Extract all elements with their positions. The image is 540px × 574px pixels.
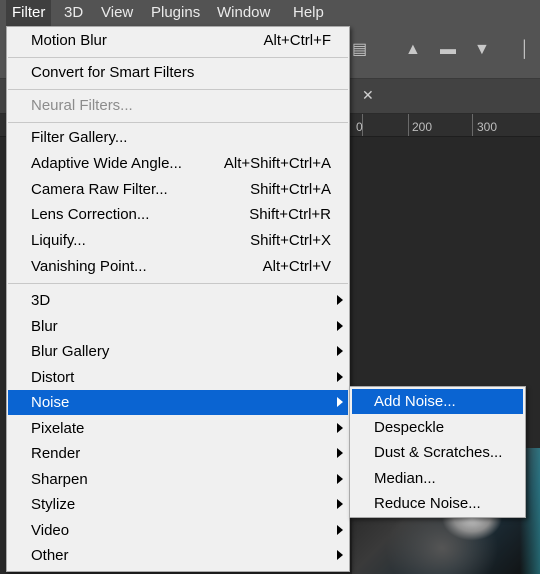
menu-item-noise[interactable]: Noise xyxy=(8,390,348,415)
menu-item-label: Dust & Scratches... xyxy=(374,444,503,461)
menu-item-label: Adaptive Wide Angle... xyxy=(31,155,182,172)
menu-item-label: Other xyxy=(31,547,69,564)
menu-item-render[interactable]: Render xyxy=(8,441,348,466)
ruler-label: 200 xyxy=(412,120,433,134)
filter-menu: Motion Blur Alt+Ctrl+F Convert for Smart… xyxy=(6,26,350,572)
shortcut-label: Shift+Ctrl+R xyxy=(249,206,331,223)
menu-item-last-filter[interactable]: Motion Blur Alt+Ctrl+F xyxy=(8,28,348,53)
menu-item-label: Render xyxy=(31,445,81,462)
menu-item-label: Lens Correction... xyxy=(31,206,150,223)
menu-item-vanishing-point[interactable]: Vanishing Point... Alt+Ctrl+V xyxy=(8,254,348,279)
menu-separator xyxy=(8,122,348,123)
ruler-label: 0 xyxy=(356,120,363,134)
menu-bar: Filter 3D View Plugins Window Help xyxy=(0,0,540,26)
align-edge-icon[interactable]: │ xyxy=(520,42,530,58)
menu-item-label: Blur xyxy=(31,318,58,335)
menu-item-other[interactable]: Other xyxy=(8,543,348,568)
menu-item-camera-raw-filter[interactable]: Camera Raw Filter... Shift+Ctrl+A xyxy=(8,177,348,202)
submenu-item-reduce-noise[interactable]: Reduce Noise... xyxy=(352,491,523,516)
menu-item-label: Noise xyxy=(31,394,70,411)
submenu-arrow-icon xyxy=(337,321,343,331)
menu-item-label: Convert for Smart Filters xyxy=(31,64,195,81)
shortcut-label: Alt+Shift+Ctrl+A xyxy=(223,155,331,172)
menu-item-label: Reduce Noise... xyxy=(374,495,481,512)
align-left-icon[interactable]: ▤ xyxy=(352,42,367,58)
menu-item-3d[interactable]: 3D xyxy=(8,288,348,313)
shortcut-label: Shift+Ctrl+A xyxy=(250,181,331,198)
submenu-item-despeckle[interactable]: Despeckle xyxy=(352,415,523,440)
shortcut-label: Alt+Ctrl+V xyxy=(262,258,331,275)
menu-item-label: 3D xyxy=(31,292,51,309)
menu-item-filter-gallery[interactable]: Filter Gallery... xyxy=(8,125,348,150)
menu-item-liquify[interactable]: Liquify... Shift+Ctrl+X xyxy=(8,228,348,253)
menu-item-label: Camera Raw Filter... xyxy=(31,181,168,198)
menu-item-label: Sharpen xyxy=(31,471,88,488)
submenu-arrow-icon xyxy=(337,397,343,407)
submenu-arrow-icon xyxy=(337,448,343,458)
menu-item-label: Liquify... xyxy=(31,232,86,249)
menu-item-neural-filters: Neural Filters... xyxy=(8,93,348,118)
submenu-arrow-icon xyxy=(337,346,343,356)
menu-help[interactable]: Help xyxy=(287,0,330,26)
submenu-item-add-noise[interactable]: Add Noise... xyxy=(352,389,523,414)
shortcut-label: Alt+Ctrl+F xyxy=(263,32,331,49)
menu-item-convert-smart-filters[interactable]: Convert for Smart Filters xyxy=(8,60,348,85)
menu-window[interactable]: Window xyxy=(211,0,276,26)
menu-item-stylize[interactable]: Stylize xyxy=(8,492,348,517)
submenu-arrow-icon xyxy=(337,525,343,535)
submenu-arrow-icon xyxy=(337,474,343,484)
shortcut-label: Shift+Ctrl+X xyxy=(250,232,331,249)
align-bottom-icon[interactable]: ▼ xyxy=(474,42,490,58)
submenu-arrow-icon xyxy=(337,295,343,305)
noise-submenu: Add Noise... Despeckle Dust & Scratches.… xyxy=(349,386,526,518)
submenu-arrow-icon xyxy=(337,550,343,560)
submenu-item-median[interactable]: Median... xyxy=(352,466,523,491)
menu-item-label: Add Noise... xyxy=(374,393,456,410)
menu-item-video[interactable]: Video xyxy=(8,518,348,543)
ruler-label: 300 xyxy=(477,120,498,134)
menu-item-label: Neural Filters... xyxy=(31,97,133,114)
menu-item-blur[interactable]: Blur xyxy=(8,314,348,339)
menu-3d[interactable]: 3D xyxy=(58,0,89,26)
menu-view[interactable]: View xyxy=(95,0,139,26)
menu-separator xyxy=(8,89,348,90)
menu-item-adaptive-wide-angle[interactable]: Adaptive Wide Angle... Alt+Shift+Ctrl+A xyxy=(8,151,348,176)
submenu-arrow-icon xyxy=(337,499,343,509)
menu-separator xyxy=(8,57,348,58)
menu-item-label: Pixelate xyxy=(31,420,85,437)
submenu-item-dust-scratches[interactable]: Dust & Scratches... xyxy=(352,440,523,465)
menu-item-label: Motion Blur xyxy=(31,32,107,49)
menu-item-label: Stylize xyxy=(31,496,76,513)
menu-item-label: Distort xyxy=(31,369,75,386)
menu-plugins[interactable]: Plugins xyxy=(145,0,206,26)
menu-item-lens-correction[interactable]: Lens Correction... Shift+Ctrl+R xyxy=(8,202,348,227)
menu-item-label: Median... xyxy=(374,470,436,487)
menu-item-blur-gallery[interactable]: Blur Gallery xyxy=(8,339,348,364)
menu-item-label: Video xyxy=(31,522,70,539)
menu-separator xyxy=(8,283,348,284)
submenu-arrow-icon xyxy=(337,372,343,382)
align-top-icon[interactable]: ▲ xyxy=(405,42,421,58)
menu-filter[interactable]: Filter xyxy=(6,0,52,26)
menu-item-distort[interactable]: Distort xyxy=(8,365,348,390)
align-vcenter-icon[interactable]: ▬ xyxy=(440,42,456,58)
menu-item-sharpen[interactable]: Sharpen xyxy=(8,467,348,492)
menu-item-label: Despeckle xyxy=(374,419,445,436)
close-icon[interactable]: ✕ xyxy=(362,87,374,104)
menu-item-label: Vanishing Point... xyxy=(31,258,147,275)
menu-item-label: Blur Gallery xyxy=(31,343,110,360)
menu-item-label: Filter Gallery... xyxy=(31,129,128,146)
menu-item-pixelate[interactable]: Pixelate xyxy=(8,416,348,441)
submenu-arrow-icon xyxy=(337,423,343,433)
